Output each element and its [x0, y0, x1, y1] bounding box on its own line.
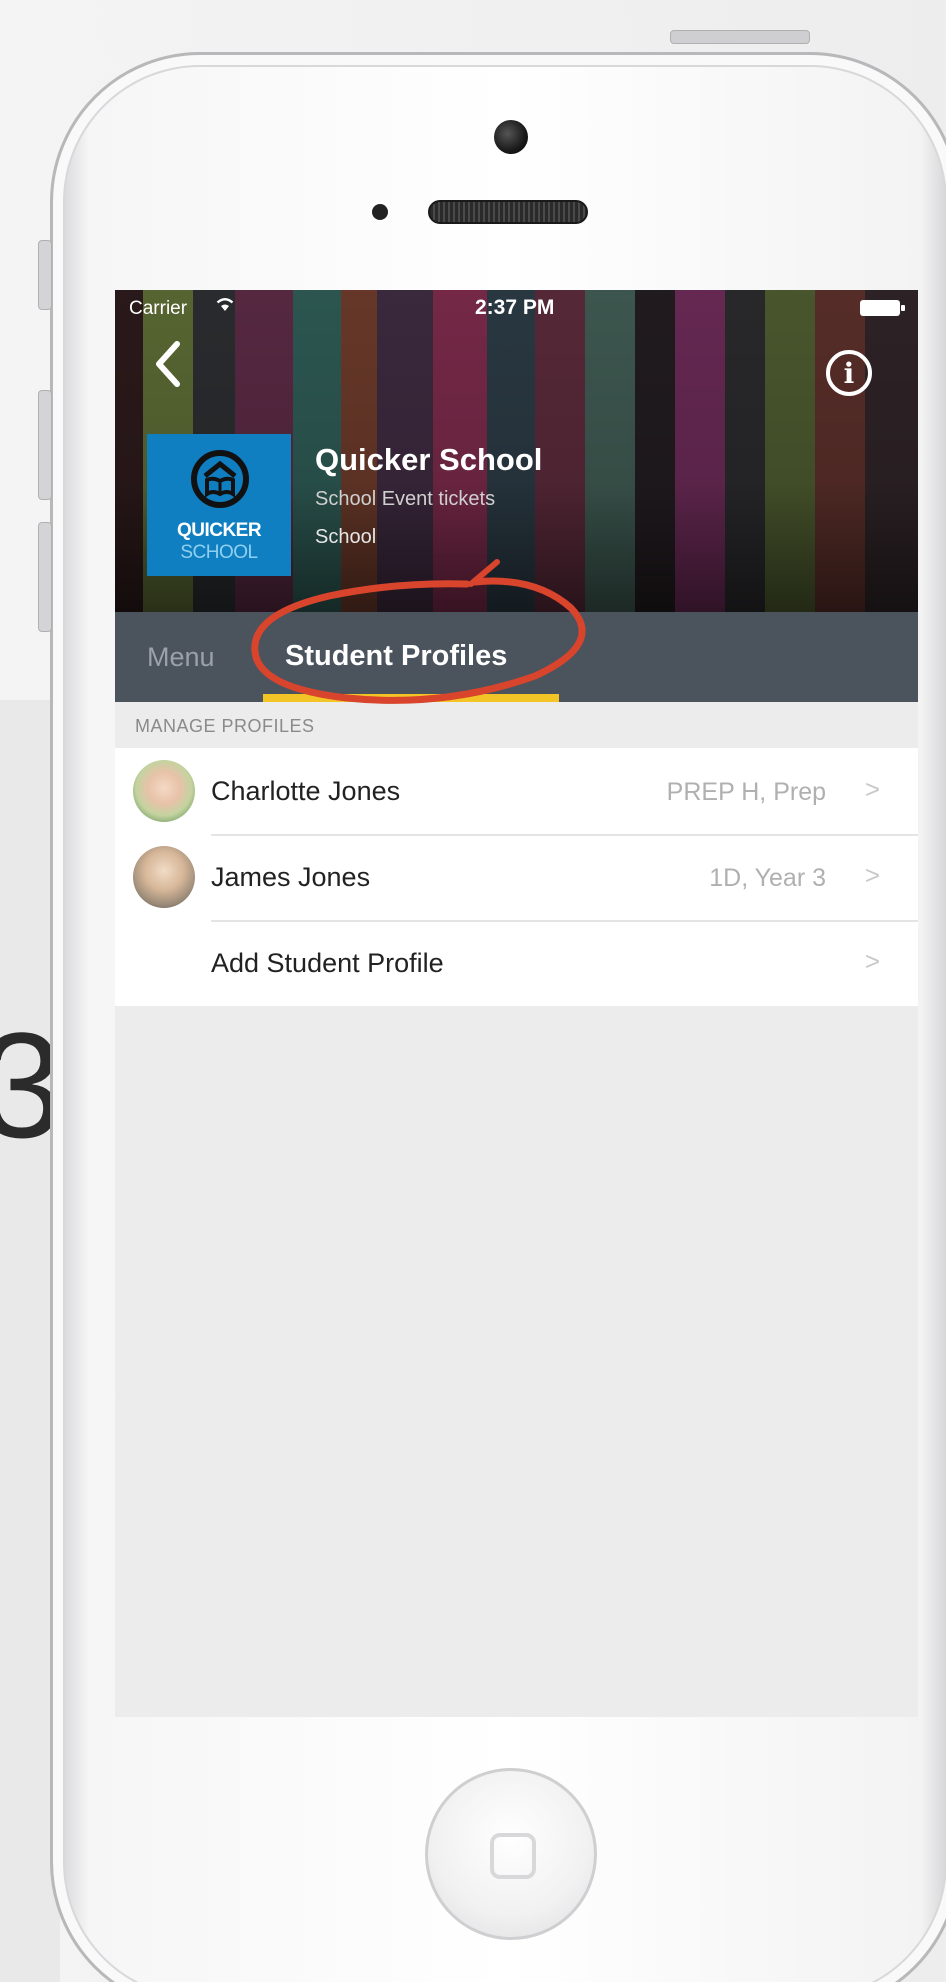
profile-name: Charlotte Jones: [211, 776, 401, 806]
proximity-sensor: [372, 204, 388, 220]
phone-screen: Carrier 2:37 PM i QUICKER SCHOOL Quicker…: [115, 290, 918, 1717]
status-time: 2:37 PM: [475, 296, 555, 319]
chevron-right-icon: >: [864, 774, 880, 804]
mute-switch: [38, 240, 52, 310]
tab-student-profiles[interactable]: Student Profiles: [285, 640, 507, 673]
back-chevron-icon[interactable]: [149, 336, 189, 396]
logo-text-top: QUICKER: [176, 520, 262, 541]
profile-name: James Jones: [211, 862, 371, 892]
logo-text-bottom: SCHOOL: [180, 542, 258, 563]
power-button: [670, 30, 810, 44]
avatar: [133, 846, 195, 908]
page-subtitle: School Event tickets: [315, 488, 496, 510]
profile-row[interactable]: James Jones 1D, Year 3 >: [115, 834, 918, 920]
volume-up-button: [38, 390, 52, 500]
app-header: Carrier 2:37 PM i QUICKER SCHOOL Quicker…: [115, 290, 918, 612]
info-icon[interactable]: i: [826, 350, 872, 396]
section-header: MANAGE PROFILES: [135, 716, 315, 736]
avatar: [133, 760, 195, 822]
battery-icon: [860, 300, 905, 316]
empty-content-area: [115, 1006, 918, 1717]
volume-down-button: [38, 522, 52, 632]
chevron-right-icon: >: [864, 860, 880, 890]
book-house-icon: [191, 450, 249, 508]
tab-menu[interactable]: Menu: [147, 642, 215, 673]
add-student-profile-label: Add Student Profile: [211, 948, 444, 978]
home-square-icon: [490, 1833, 536, 1879]
profile-row[interactable]: Charlotte Jones PREP H, Prep >: [115, 748, 918, 834]
add-student-profile-row[interactable]: Add Student Profile >: [115, 920, 918, 1006]
wifi-icon: [215, 296, 235, 317]
status-bar: Carrier 2:37 PM: [115, 290, 918, 326]
page-category: School: [315, 526, 377, 548]
school-logo: QUICKER SCHOOL: [147, 434, 291, 576]
chevron-right-icon: >: [864, 946, 880, 976]
earpiece-speaker: [428, 200, 588, 224]
carrier-label: Carrier: [129, 298, 188, 319]
page-title: Quicker School: [315, 442, 543, 477]
home-button[interactable]: [425, 1768, 597, 1940]
active-tab-indicator: [263, 694, 559, 702]
profile-list: Charlotte Jones PREP H, Prep > James Jon…: [115, 748, 918, 1006]
tab-bar: Menu Student Profiles: [115, 612, 918, 702]
profile-class: PREP H, Prep: [666, 778, 826, 806]
profile-class: 1D, Year 3: [709, 864, 826, 892]
front-camera: [494, 120, 528, 154]
